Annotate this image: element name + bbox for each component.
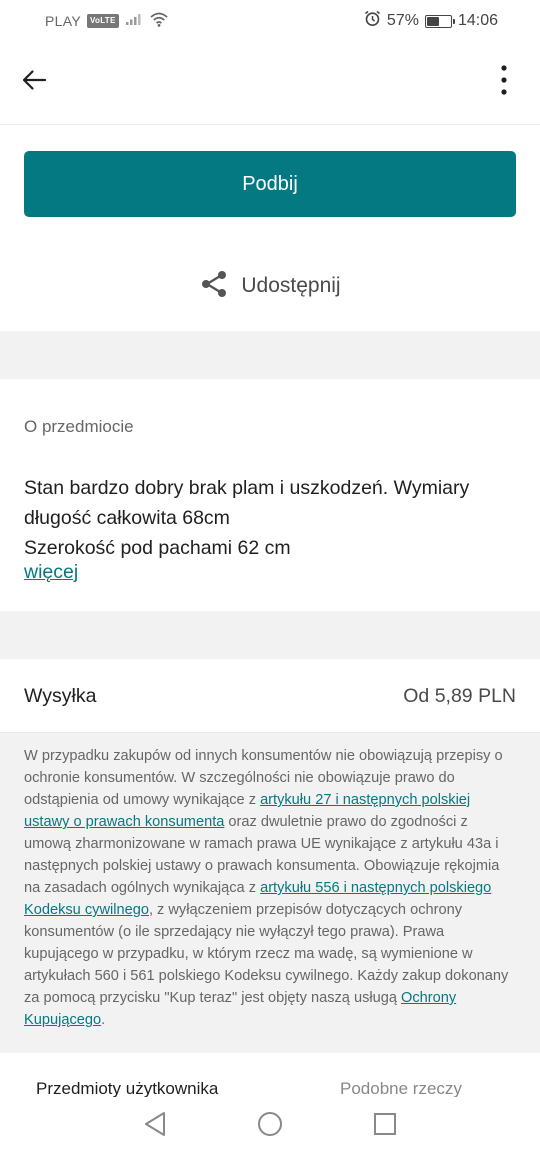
- shipping-row[interactable]: Wysyłka Od 5,89 PLN: [0, 659, 540, 733]
- volte-badge: VoLTE: [86, 13, 119, 28]
- tab-user-items[interactable]: Przedmioty użytkownika: [36, 1079, 218, 1097]
- nav-back-icon: [143, 1111, 167, 1142]
- more-options-button[interactable]: [484, 62, 524, 102]
- shipping-price: Od 5,89 PLN: [403, 685, 516, 707]
- alarm-icon: [364, 10, 381, 32]
- system-nav-bar: [0, 1097, 540, 1156]
- item-description: Stan bardzo dobry brak plam i uszkodzeń.…: [24, 473, 519, 563]
- tab-similar-items[interactable]: Podobne rzeczy: [340, 1079, 462, 1097]
- clock-time: 14:06: [457, 12, 498, 29]
- show-more-link[interactable]: więcej: [24, 561, 78, 584]
- bump-button[interactable]: Podbij: [24, 151, 516, 217]
- legal-text: .: [101, 1012, 106, 1028]
- nav-recents-icon: [373, 1112, 397, 1141]
- nav-back-button[interactable]: [140, 1111, 170, 1141]
- description-line: długość całkowita 68cm: [24, 507, 230, 529]
- item-tabs: Przedmioty użytkownika Podobne rzeczy: [0, 1053, 540, 1097]
- more-vertical-icon: [500, 64, 508, 101]
- battery-fill: [426, 16, 440, 26]
- nav-recents-button[interactable]: [370, 1111, 400, 1141]
- battery-icon: [424, 14, 455, 28]
- shipping-title: Wysyłka: [24, 685, 97, 707]
- share-icon: [199, 269, 229, 304]
- carrier-name: PLAY: [45, 12, 81, 29]
- top-toolbar: [0, 40, 540, 125]
- battery-percent: 57%: [386, 12, 419, 29]
- share-button[interactable]: Udostępnij: [0, 262, 540, 310]
- wifi-icon: [149, 11, 169, 30]
- status-bar: PLAY VoLTE 57% 14:06: [0, 0, 540, 40]
- share-label: Udostępnij: [241, 274, 341, 297]
- about-label: O przedmiocie: [24, 417, 134, 436]
- status-right: 57% 14:06: [364, 10, 498, 32]
- description-line: Stan bardzo dobry brak plam i uszkodzeń.…: [24, 477, 470, 499]
- nav-home-icon: [257, 1111, 283, 1142]
- consumer-protection-notice: W przypadku zakupów od innych konsumentó…: [0, 733, 540, 1053]
- section-separator: [0, 331, 540, 379]
- arrow-left-icon: [21, 69, 47, 96]
- signal-icon: [125, 12, 143, 29]
- status-left: PLAY VoLTE: [45, 11, 169, 30]
- section-separator: [0, 611, 540, 659]
- nav-home-button[interactable]: [255, 1111, 285, 1141]
- description-line: Szerokość pod pachami 62 cm: [24, 537, 291, 559]
- back-button[interactable]: [14, 62, 54, 102]
